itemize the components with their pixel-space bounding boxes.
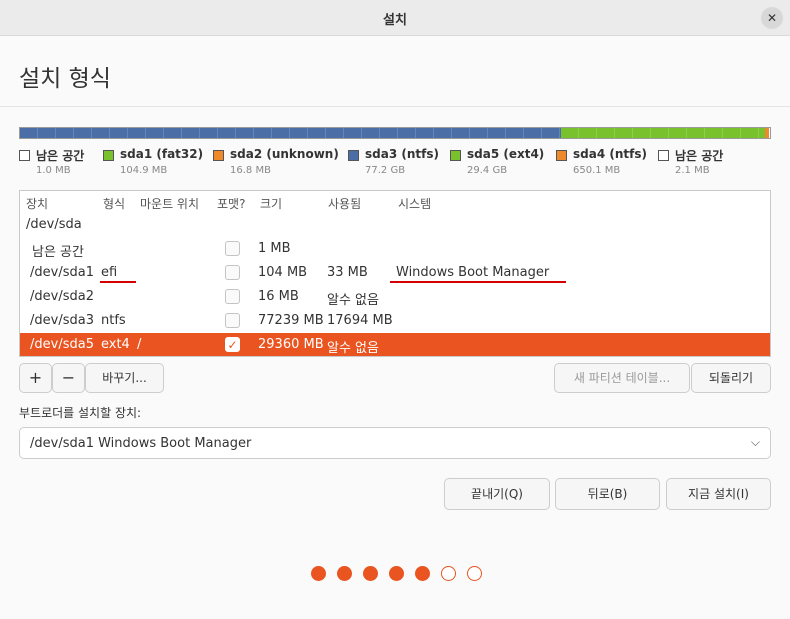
column-header-format: 포맷? [217, 197, 246, 211]
row-device: 남은 공간 [32, 245, 84, 260]
column-header-mount: 마운트 위치 [140, 197, 200, 211]
row-mount: / [137, 337, 142, 352]
format-checkbox[interactable] [225, 241, 240, 256]
progress-dot [415, 566, 430, 581]
table-row[interactable]: /dev/sda3 ntfs 77239 MB 17694 MB [20, 309, 770, 333]
progress-dot [441, 566, 456, 581]
table-row[interactable]: /dev/sda2 16 MB 알수 없음 [20, 285, 770, 309]
table-row[interactable]: 남은 공간 1 MB [20, 237, 770, 261]
close-icon[interactable]: ✕ [761, 7, 783, 29]
legend-name: 남은 공간 [36, 149, 85, 163]
row-type: ext4 [101, 337, 130, 352]
format-checkbox[interactable] [225, 313, 240, 328]
row-system: Windows Boot Manager [396, 265, 550, 280]
legend-size: 1.0 MB [36, 165, 71, 176]
progress-dot [311, 566, 326, 581]
bootloader-device-select[interactable]: /dev/sda1 Windows Boot Manager ⌵ [19, 427, 771, 459]
row-size: 16 MB [258, 289, 299, 304]
legend-size: 104.9 MB [120, 165, 168, 176]
row-device: /dev/sda2 [30, 289, 94, 304]
partition-bar-sda3 [20, 128, 561, 138]
legend-size: 2.1 MB [675, 165, 710, 176]
legend-name: sda3 (ntfs) [365, 147, 439, 161]
row-used: 알수 없음 [327, 341, 379, 356]
row-size: 77239 MB [258, 313, 324, 328]
install-now-button[interactable]: 지금 설치(I) [666, 478, 771, 510]
column-header-system: 시스템 [398, 197, 432, 211]
row-size: 29360 MB [258, 337, 324, 352]
legend-swatch [556, 150, 567, 161]
row-device: /dev/sda1 [30, 265, 94, 280]
progress-dot [363, 566, 378, 581]
legend-swatch [103, 150, 114, 161]
partition-bar [19, 127, 771, 139]
remove-partition-button[interactable]: − [52, 363, 85, 393]
table-row-selected[interactable]: /dev/sda5 ext4 / ✓ 29360 MB 알수 없음 [20, 333, 770, 356]
legend-swatch [213, 150, 224, 161]
add-partition-button[interactable]: + [19, 363, 52, 393]
revert-button[interactable]: 되돌리기 [691, 363, 771, 393]
page-header: 설치 형식 [0, 37, 790, 107]
partition-bar-free [769, 128, 770, 138]
row-type: efi [101, 265, 118, 280]
legend-swatch [348, 150, 359, 161]
quit-button[interactable]: 끝내기(Q) [444, 478, 550, 510]
progress-dot [337, 566, 352, 581]
row-size: 1 MB [258, 241, 291, 256]
column-header-used: 사용됨 [328, 197, 362, 211]
bootloader-device-value: /dev/sda1 Windows Boot Manager [30, 436, 252, 451]
back-button[interactable]: 뒤로(B) [555, 478, 660, 510]
row-used: 33 MB [327, 265, 368, 280]
chevron-down-icon: ⌵ [750, 435, 760, 449]
column-header-size: 크기 [260, 197, 283, 211]
column-header-device: 장치 [26, 197, 49, 211]
progress-dot [467, 566, 482, 581]
legend-size: 650.1 MB [573, 165, 621, 176]
page-title: 설치 형식 [19, 66, 111, 92]
row-used: 알수 없음 [327, 293, 379, 308]
format-checkbox[interactable] [225, 265, 240, 280]
column-header-type: 형식 [103, 197, 126, 211]
partition-bar-sda5 [560, 128, 766, 138]
format-checkbox-checked[interactable]: ✓ [225, 337, 240, 352]
legend-name: sda5 (ext4) [467, 147, 545, 161]
titlebar: 설치 ✕ [0, 0, 790, 36]
legend-name: sda2 (unknown) [230, 147, 339, 161]
format-checkbox[interactable] [225, 289, 240, 304]
window-title: 설치 [383, 13, 407, 28]
legend-size: 16.8 MB [230, 165, 271, 176]
annotation-underline [390, 281, 566, 283]
row-device: /dev/sda5 [30, 337, 94, 352]
row-device: /dev/sda3 [30, 313, 94, 328]
row-used: 17694 MB [327, 313, 393, 328]
change-partition-button[interactable]: 바꾸기... [85, 363, 164, 393]
partition-legend: 남은 공간 1.0 MB sda1 (fat32) 104.9 MB sda2 … [19, 147, 779, 183]
row-type: ntfs [101, 313, 126, 328]
legend-swatch [19, 150, 30, 161]
legend-swatch [450, 150, 461, 161]
row-device: /dev/sda [26, 217, 82, 232]
bootloader-label: 부트로더를 설치할 장치: [19, 406, 142, 420]
legend-swatch [658, 150, 669, 161]
progress-dot [389, 566, 404, 581]
new-partition-table-button[interactable]: 새 파티션 테이블... [554, 363, 690, 393]
partition-table[interactable]: 장치 형식 마운트 위치 포맷? 크기 사용됨 시스템 /dev/sda 남은 … [19, 190, 771, 357]
annotation-underline [100, 281, 136, 283]
row-size: 104 MB [258, 265, 308, 280]
legend-name: sda4 (ntfs) [573, 147, 647, 161]
legend-size: 29.4 GB [467, 165, 508, 176]
table-row[interactable]: /dev/sda [20, 213, 770, 237]
legend-name: sda1 (fat32) [120, 147, 204, 161]
legend-size: 77.2 GB [365, 165, 406, 176]
legend-name: 남은 공간 [675, 149, 724, 163]
